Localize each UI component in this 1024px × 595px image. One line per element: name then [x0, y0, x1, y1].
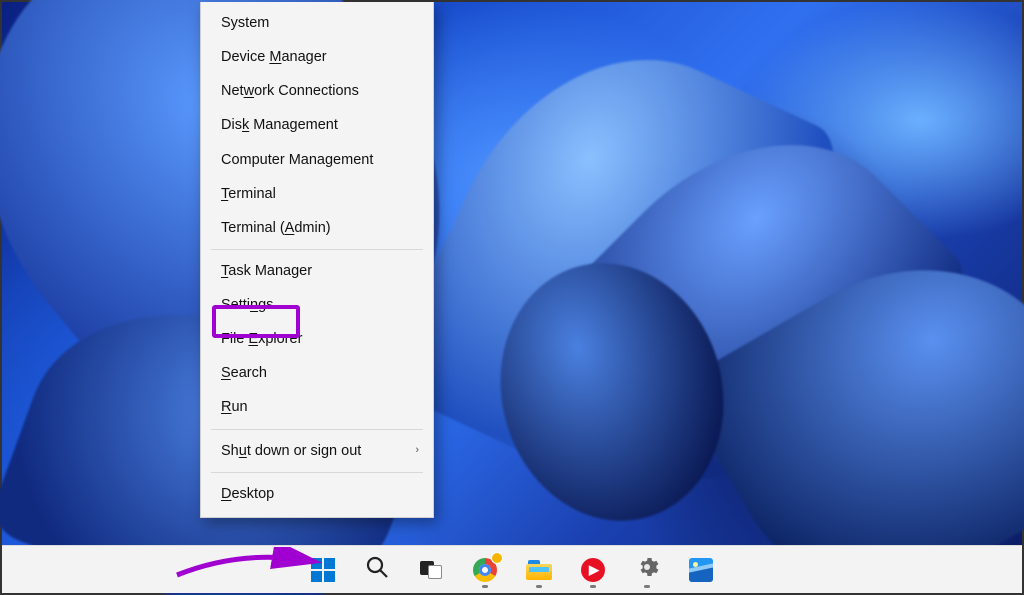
photos-app[interactable] [681, 550, 721, 590]
file-explorer-icon [526, 560, 552, 580]
menu-item-system[interactable]: System [201, 6, 433, 40]
menu-item-file-explorer[interactable]: File Explorer [201, 322, 433, 356]
menu-item-disk-management[interactable]: Disk Management [201, 108, 433, 142]
settings-app[interactable] [627, 550, 667, 590]
start-button[interactable] [303, 550, 343, 590]
taskbar: ▶ [2, 545, 1022, 593]
desktop-screen: SystemDevice ManagerNetwork ConnectionsD… [0, 0, 1024, 595]
menu-item-network-connections[interactable]: Network Connections [201, 74, 433, 108]
chrome-app[interactable] [465, 550, 505, 590]
search-button[interactable] [357, 550, 397, 590]
red-app-icon: ▶ [581, 558, 605, 582]
menu-item-settings[interactable]: Settings [201, 288, 433, 322]
menu-separator [211, 472, 423, 473]
menu-item-computer-management[interactable]: Computer Management [201, 143, 433, 177]
menu-item-device-manager[interactable]: Device Manager [201, 40, 433, 74]
menu-item-run[interactable]: Run [201, 390, 433, 424]
menu-item-terminal[interactable]: Terminal [201, 177, 433, 211]
task-view-icon [420, 561, 442, 579]
windows-logo-icon [311, 558, 335, 582]
menu-separator [211, 249, 423, 250]
desktop-wallpaper [2, 2, 1022, 593]
menu-item-search[interactable]: Search [201, 356, 433, 390]
search-icon [365, 555, 389, 584]
menu-item-terminal-admin[interactable]: Terminal (Admin) [201, 211, 433, 245]
menu-item-task-manager[interactable]: Task Manager [201, 254, 433, 288]
menu-separator [211, 429, 423, 430]
menu-item-shut-down-or-sign-out[interactable]: Shut down or sign out› [201, 434, 433, 468]
file-explorer-app[interactable] [519, 550, 559, 590]
gear-icon [635, 555, 659, 584]
menu-item-desktop[interactable]: Desktop [201, 477, 433, 511]
task-view-button[interactable] [411, 550, 451, 590]
chevron-right-icon: › [415, 444, 419, 458]
photos-icon [689, 558, 713, 582]
profile-badge-icon [491, 552, 503, 564]
todo-app[interactable]: ▶ [573, 550, 613, 590]
winx-context-menu: SystemDevice ManagerNetwork ConnectionsD… [200, 2, 434, 518]
